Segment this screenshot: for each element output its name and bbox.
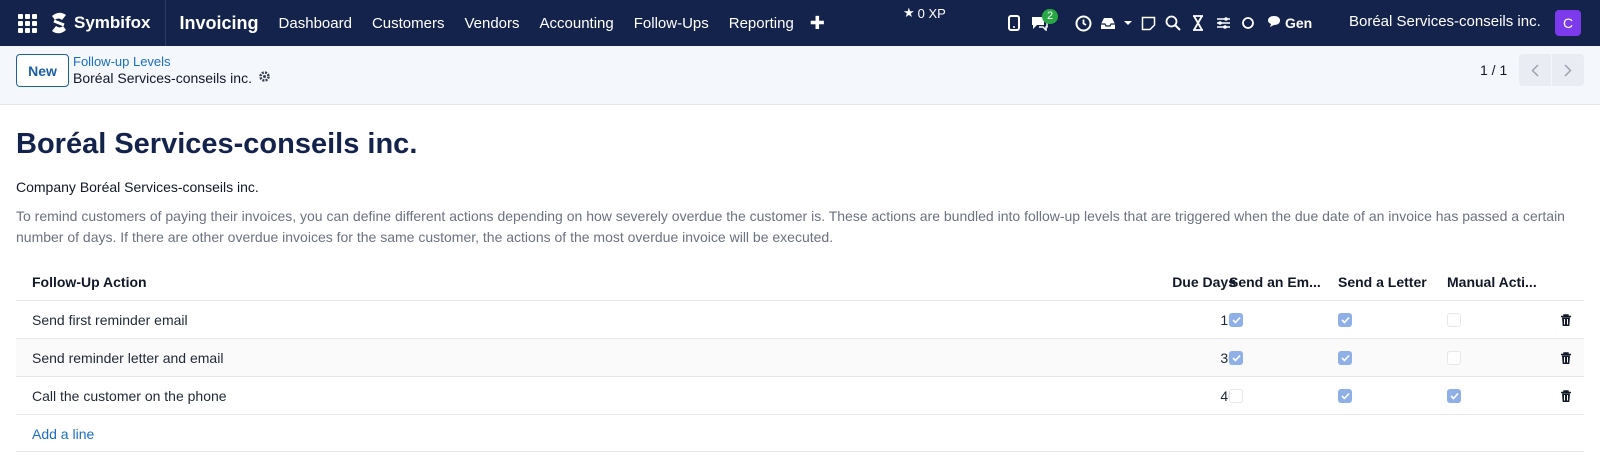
add-line-link[interactable]: Add a line	[32, 426, 94, 442]
add-line-row: Add a line	[16, 415, 1584, 452]
pager-previous-button[interactable]	[1519, 54, 1551, 86]
mobile-icon[interactable]	[1004, 13, 1024, 33]
row-action[interactable]: Send reminder letter and email	[32, 339, 932, 377]
company-field: Company Boréal Services-conseils inc.	[16, 179, 259, 195]
table-row[interactable]: Send first reminder email 15	[16, 301, 1584, 339]
xp-counter[interactable]: ★ 0 XP	[903, 5, 946, 21]
page-title[interactable]: Boréal Services-conseils inc.	[16, 128, 417, 161]
header-due-days[interactable]: Due Days	[1096, 263, 1236, 301]
pager-next-button[interactable]	[1552, 54, 1584, 86]
systray: 2 Gen	[1004, 0, 1312, 46]
brand-logo-icon	[52, 12, 66, 34]
record-name: Boréal Services-conseils inc.	[73, 70, 271, 86]
app-title[interactable]: Invoicing	[180, 13, 259, 34]
manual-action-checkbox[interactable]	[1447, 313, 1461, 327]
table-row[interactable]: Send reminder letter and email 30	[16, 339, 1584, 377]
send-email-checkbox[interactable]	[1229, 389, 1243, 403]
table-row[interactable]: Call the customer on the phone 40	[16, 377, 1584, 415]
inbox-icon[interactable]	[1098, 13, 1118, 33]
company-label: Company	[16, 179, 76, 195]
help-text: To remind customers of paying their invo…	[16, 208, 1565, 245]
caret-down-icon[interactable]	[1123, 13, 1133, 33]
menu-item-follow-ups[interactable]: Follow-Ups	[634, 15, 709, 32]
delete-row-button[interactable]	[1556, 301, 1576, 339]
menu-item-customers[interactable]: Customers	[372, 15, 445, 32]
row-due-days[interactable]: 15	[1096, 301, 1236, 339]
menu-item-accounting[interactable]: Accounting	[540, 15, 614, 32]
manual-action-checkbox[interactable]	[1447, 389, 1461, 403]
table-header: Follow-Up Action Due Days Send an Em... …	[16, 263, 1584, 301]
delete-row-button[interactable]	[1556, 377, 1576, 415]
header-send-letter[interactable]: Send a Letter	[1338, 263, 1438, 301]
menu-item-vendors[interactable]: Vendors	[464, 15, 519, 32]
plus-icon[interactable]: ✚	[810, 13, 825, 34]
apps-menu-icon[interactable]	[16, 12, 38, 34]
manual-action-checkbox[interactable]	[1447, 351, 1461, 365]
send-email-checkbox[interactable]	[1229, 351, 1243, 365]
chat-bubble-icon	[1267, 15, 1281, 31]
company-switcher[interactable]: Boréal Services-conseils inc.	[1349, 13, 1541, 30]
sun-icon[interactable]	[1238, 13, 1258, 33]
breadcrumb[interactable]: Follow-up Levels	[73, 54, 171, 69]
brand-name: Symbifox	[74, 13, 151, 32]
main-menu: Dashboard Customers Vendors Accounting F…	[269, 13, 825, 34]
gen-label: Gen	[1285, 15, 1313, 31]
follow-up-lines-table: Follow-Up Action Due Days Send an Em... …	[16, 263, 1584, 452]
pager-value[interactable]: 1 / 1	[1480, 62, 1507, 78]
send-letter-checkbox[interactable]	[1338, 389, 1352, 403]
star-icon: ★	[903, 5, 915, 20]
hourglass-icon[interactable]	[1188, 13, 1208, 33]
row-action[interactable]: Call the customer on the phone	[32, 377, 932, 415]
brand[interactable]: Symbifox	[48, 0, 166, 46]
gen-chat[interactable]: Gen	[1267, 15, 1312, 31]
control-panel: New Follow-up Levels Boréal Services-con…	[0, 46, 1600, 105]
chevron-left-icon	[1531, 63, 1539, 77]
clock-icon[interactable]	[1073, 13, 1093, 33]
record-name-label: Boréal Services-conseils inc.	[73, 70, 252, 86]
sliders-icon[interactable]	[1213, 13, 1233, 33]
row-due-days[interactable]: 30	[1096, 339, 1236, 377]
menu-item-dashboard[interactable]: Dashboard	[279, 15, 352, 32]
row-action[interactable]: Send first reminder email	[32, 301, 932, 339]
new-button[interactable]: New	[16, 54, 69, 87]
send-letter-checkbox[interactable]	[1338, 351, 1352, 365]
send-letter-checkbox[interactable]	[1338, 313, 1352, 327]
delete-row-button[interactable]	[1556, 339, 1576, 377]
header-send-email[interactable]: Send an Em...	[1229, 263, 1329, 301]
note-icon[interactable]	[1138, 13, 1158, 33]
header-follow-up-action[interactable]: Follow-Up Action	[32, 263, 932, 301]
menu-item-reporting[interactable]: Reporting	[729, 15, 794, 32]
search-icon[interactable]	[1163, 13, 1183, 33]
header-manual-action[interactable]: Manual Acti...	[1447, 263, 1547, 301]
trash-icon	[1561, 351, 1571, 364]
messages-icon[interactable]: 2	[1029, 9, 1059, 33]
xp-value: 0 XP	[917, 5, 946, 21]
gear-icon[interactable]	[258, 70, 271, 86]
messages-badge: 2	[1042, 9, 1059, 24]
row-due-days[interactable]: 40	[1096, 377, 1236, 415]
send-email-checkbox[interactable]	[1229, 313, 1243, 327]
chevron-right-icon	[1564, 63, 1572, 77]
trash-icon	[1561, 389, 1571, 402]
trash-icon	[1561, 313, 1571, 326]
company-value[interactable]: Boréal Services-conseils inc.	[80, 179, 259, 195]
avatar[interactable]: C	[1555, 10, 1581, 36]
top-navbar: Symbifox Invoicing Dashboard Customers V…	[0, 0, 1600, 46]
